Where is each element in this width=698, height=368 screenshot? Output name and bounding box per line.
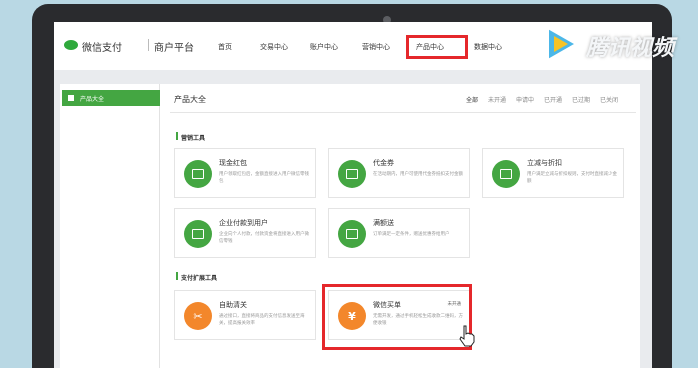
video-play-logo-icon [547, 26, 579, 62]
product-card-full-amount-gift[interactable]: 满额送 订单满足一定条件，赠送优惠券给用户 [328, 208, 470, 258]
card-title: 代金券 [373, 159, 394, 167]
sidebar-item-label: 产品大全 [80, 96, 105, 103]
grid-icon [68, 95, 74, 101]
filter-not-enabled[interactable]: 未开通 [488, 95, 506, 104]
filter-expired[interactable]: 已过期 [572, 95, 590, 104]
enterprise-pay-icon [184, 220, 212, 248]
wechat-pay-logo-icon [64, 40, 78, 50]
nav-marketing-center[interactable]: 营销中心 [362, 42, 390, 52]
section-title-payment-extensions: 支付扩展工具 [181, 275, 218, 282]
product-card-customs-clearance[interactable]: ✂ 自助清关 通过接口，直接将商品的支付信息发送至海关，提高报关效率 [174, 290, 316, 340]
page-title: 产品大全 [174, 95, 206, 104]
brand-logo-text[interactable]: 微信支付 [82, 39, 122, 54]
card-highlight-box [322, 284, 472, 350]
browser-screen: 微信支付 商户平台 首页 交易中心 账户中心 营销中心 产品中心 数据中心 产品… [54, 22, 652, 368]
filter-all[interactable]: 全部 [466, 95, 478, 104]
card-description: 通过接口，直接将商品的支付信息发送至海关，提高报关效率 [219, 314, 305, 326]
card-description: 用户领取红包后，金额直接进入用户微信零钱包 [219, 172, 309, 184]
card-description: 在活动期内，用户可使用代金券抵扣支付金额 [373, 172, 463, 177]
gift-icon [338, 220, 366, 248]
card-title: 企业付款到用户 [219, 219, 268, 227]
customs-icon: ✂ [184, 302, 212, 330]
card-title: 满额送 [373, 219, 394, 227]
section-title-marketing: 营销工具 [181, 135, 206, 142]
watermark-text: 腾讯视频 [586, 36, 675, 61]
sidebar-item-products[interactable] [62, 90, 160, 106]
video-watermark: 腾讯视频 [542, 22, 692, 72]
brand-separator [148, 39, 149, 51]
wallet-icon [184, 160, 212, 188]
product-card-discount[interactable]: 立减与折扣 用户满足立减与折扣规则，支付时直接减少金额 [482, 148, 624, 198]
card-description: 用户满足立减与折扣规则，支付时直接减少金额 [527, 172, 617, 184]
nav-account-center[interactable]: 账户中心 [310, 42, 338, 52]
nav-data-center[interactable]: 数据中心 [474, 42, 502, 52]
header-divider [170, 112, 636, 113]
product-card-enterprise-payment[interactable]: 企业付款到用户 企业向个人付款，付款资金将直接进入用户微信零钱 [174, 208, 316, 258]
card-title: 现金红包 [219, 159, 247, 167]
section-marker [176, 272, 178, 280]
hand-cursor-icon [459, 325, 475, 347]
coupon-icon [338, 160, 366, 188]
sidebar [60, 84, 160, 368]
nav-highlight-box [406, 35, 468, 59]
product-card-cash-red-packet[interactable]: 现金红包 用户领取红包后，金额直接进入用户微信零钱包 [174, 148, 316, 198]
discount-icon [492, 160, 520, 188]
card-description: 企业向个人付款，付款资金将直接进入用户微信零钱 [219, 232, 309, 244]
filter-enabled[interactable]: 已开通 [544, 95, 562, 104]
brand-platform-text: 商户平台 [154, 43, 194, 54]
card-description: 订单满足一定条件，赠送优惠券给用户 [373, 232, 450, 237]
filter-applying[interactable]: 申请中 [516, 95, 534, 104]
nav-home[interactable]: 首页 [218, 42, 232, 52]
nav-trade-center[interactable]: 交易中心 [260, 42, 288, 52]
card-title: 立减与折扣 [527, 159, 562, 167]
section-marker [176, 132, 178, 140]
product-card-coupon[interactable]: 代金券 在活动期内，用户可使用代金券抵扣支付金额 [328, 148, 470, 198]
filter-closed[interactable]: 已关闭 [600, 95, 618, 104]
card-title: 自助清关 [219, 301, 247, 309]
